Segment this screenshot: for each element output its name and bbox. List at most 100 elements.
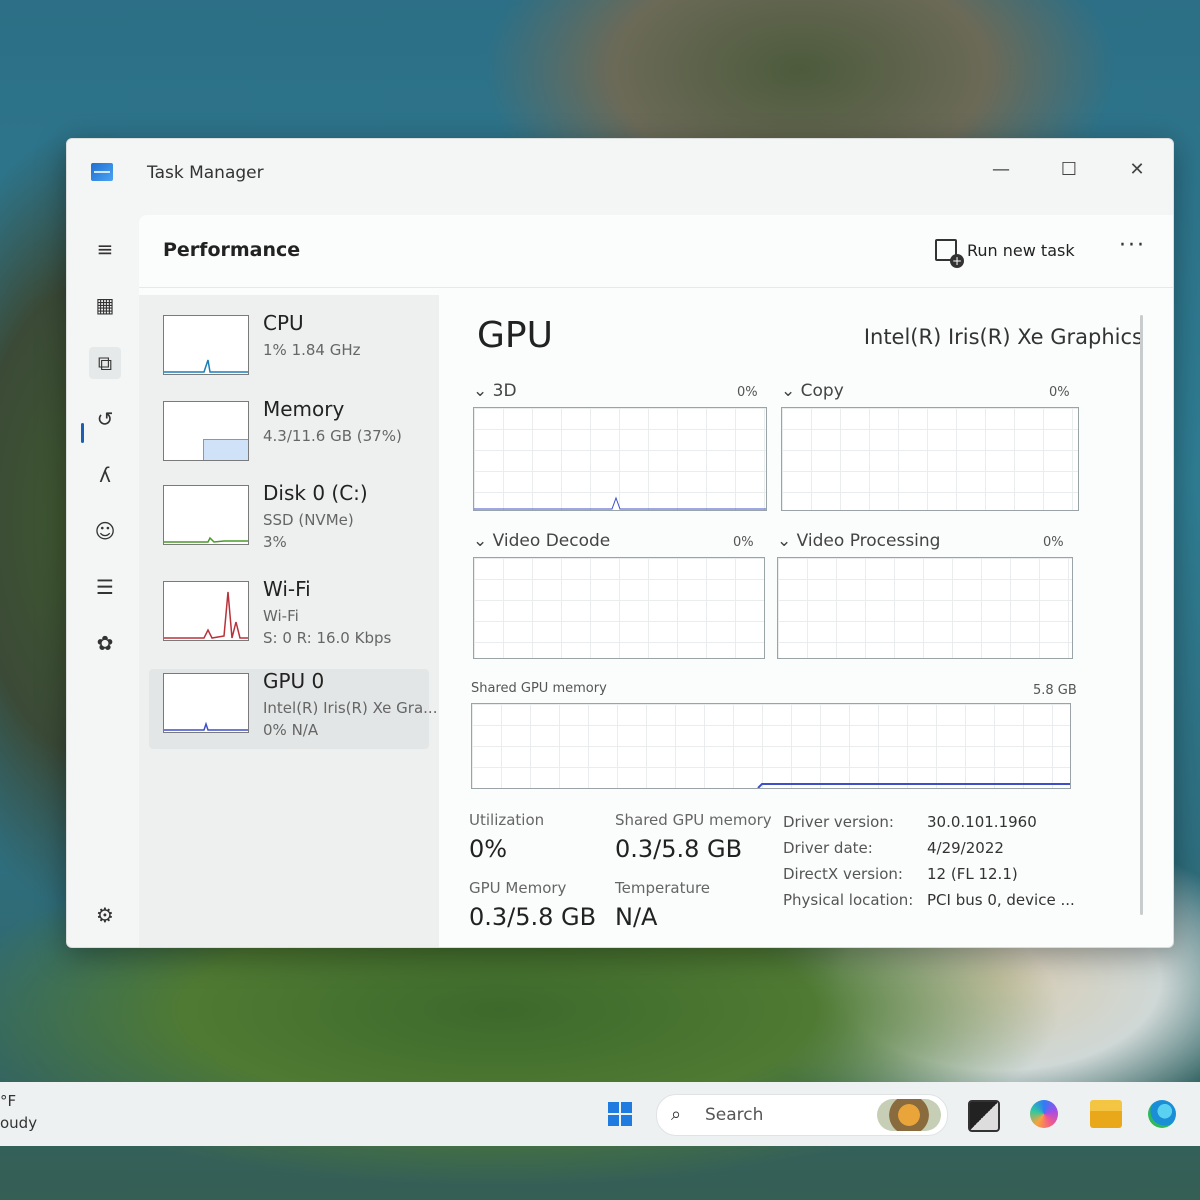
device-name: Wi-Fi (263, 577, 311, 601)
directx-version-value: 12 (FL 12.1) (927, 865, 1018, 883)
shared-gpu-memory-value: 0.3/5.8 GB (615, 835, 743, 863)
close-button[interactable]: ✕ (1117, 149, 1157, 189)
shared-memory-graph-max: 5.8 GB (1033, 683, 1077, 698)
search-placeholder: Search (705, 1105, 764, 1125)
file-explorer-icon[interactable] (1090, 1100, 1122, 1128)
wifi-thumbnail-graph (163, 581, 249, 641)
processes-icon[interactable]: ▦ (89, 289, 121, 321)
memory-thumbnail-graph (163, 401, 249, 461)
disk-thumb-line (164, 536, 248, 543)
weather-temperature: °F (0, 1092, 17, 1110)
engine-video-processing-dropdown[interactable]: ⌄ Video Processing (777, 531, 940, 551)
services-icon[interactable]: ✿ (89, 627, 121, 659)
cpu-thumbnail-graph (163, 315, 249, 375)
more-options-button[interactable]: ··· (1119, 233, 1146, 258)
device-name: GPU 0 (263, 669, 325, 693)
page-header: Performance Run new task ··· (139, 215, 1173, 288)
nav-rail: ≡ ▦ ⧉ ↺ ʎ ☺ ☰ ✿ ⚙ (67, 211, 139, 947)
users-icon[interactable]: ☺ (89, 515, 121, 547)
device-item-disk[interactable]: Disk 0 (C:) SSD (NVMe) 3% (149, 481, 429, 551)
startup-icon[interactable]: ʎ (89, 459, 121, 491)
engine-3d-line (474, 496, 766, 510)
history-icon[interactable]: ↺ (89, 403, 121, 435)
nav-active-indicator (81, 423, 84, 443)
device-name: Disk 0 (C:) (263, 481, 368, 505)
device-detail: Wi-Fi (263, 607, 299, 625)
task-manager-app-icon (91, 163, 113, 181)
scrollbar[interactable] (1140, 315, 1143, 915)
engine-3d-graph (473, 407, 767, 511)
engine-copy-dropdown[interactable]: ⌄ Copy (781, 381, 844, 401)
minimize-button[interactable]: — (981, 149, 1021, 189)
engine-video-decode-dropdown[interactable]: ⌄ Video Decode (473, 531, 610, 551)
driver-date-value: 4/29/2022 (927, 839, 1004, 857)
gpu-memory-label: GPU Memory (469, 879, 567, 897)
device-detail: SSD (NVMe) (263, 511, 354, 529)
performance-icon[interactable]: ⧉ (89, 347, 121, 379)
shared-memory-line (757, 783, 1070, 788)
gpu-memory-value: 0.3/5.8 GB (469, 903, 597, 931)
driver-version-label: Driver version: (783, 813, 894, 831)
device-detail: S: 0 R: 16.0 Kbps (263, 629, 392, 647)
engine-copy-label: Copy (800, 381, 844, 401)
shared-memory-graph-label: Shared GPU memory (471, 681, 607, 696)
engine-video-processing-percent: 0% (1043, 535, 1064, 550)
window-title: Task Manager (147, 163, 264, 183)
disk-thumbnail-graph (163, 485, 249, 545)
device-detail: 3% (263, 533, 287, 551)
engine-3d-percent: 0% (737, 385, 758, 400)
device-detail: 4.3/11.6 GB (37%) (263, 427, 402, 445)
device-list: CPU 1% 1.84 GHz Memory 4.3/11.6 GB (37%)… (139, 295, 439, 947)
utilization-label: Utilization (469, 811, 545, 829)
run-new-task-button[interactable]: Run new task (935, 239, 1075, 268)
gpu-thumbnail-graph (163, 673, 249, 733)
run-task-icon (935, 239, 964, 268)
driver-date-label: Driver date: (783, 839, 873, 857)
task-view-icon[interactable] (968, 1100, 1000, 1132)
main-pane: Performance Run new task ··· CPU 1% 1.84… (139, 215, 1173, 947)
maximize-button[interactable]: ☐ (1049, 149, 1089, 189)
taskbar: °F oudy ⌕ Search (0, 1082, 1200, 1146)
taskbar-search-box[interactable]: ⌕ Search (656, 1094, 948, 1136)
device-name: Memory (263, 397, 345, 421)
physical-location-label: Physical location: (783, 891, 914, 909)
device-detail: Intel(R) Iris(R) Xe Gra... (263, 699, 438, 717)
copilot-icon[interactable] (1030, 1100, 1058, 1128)
gpu-title: GPU (477, 315, 553, 356)
start-icon[interactable] (608, 1102, 632, 1126)
search-icon: ⌕ (671, 1104, 682, 1125)
engine-video-decode-percent: 0% (733, 535, 754, 550)
device-item-wifi[interactable]: Wi-Fi Wi-Fi S: 0 R: 16.0 Kbps (149, 577, 429, 647)
engine-video-processing-label: Video Processing (796, 531, 941, 551)
gpu-thumb-line (164, 721, 248, 731)
page-title: Performance (163, 239, 301, 261)
details-icon[interactable]: ☰ (89, 571, 121, 603)
device-detail: 1% 1.84 GHz (263, 341, 361, 359)
engine-copy-graph (781, 407, 1079, 511)
engine-3d-label: 3D (492, 381, 517, 401)
memory-fill (203, 439, 248, 460)
gpu-detail-panel: GPU Intel(R) Iris(R) Xe Graphics ⌄ 3D 0%… (459, 295, 1153, 947)
device-detail: 0% N/A (263, 721, 319, 739)
device-item-memory[interactable]: Memory 4.3/11.6 GB (37%) (149, 397, 429, 467)
shared-memory-graph (471, 703, 1071, 789)
engine-3d-dropdown[interactable]: ⌄ 3D (473, 381, 517, 401)
shared-gpu-memory-label: Shared GPU memory (615, 811, 772, 829)
settings-icon[interactable]: ⚙ (89, 899, 121, 931)
physical-location-value: PCI bus 0, device ... (927, 891, 1075, 909)
weather-widget[interactable]: °F oudy (0, 1090, 37, 1134)
directx-version-label: DirectX version: (783, 865, 903, 883)
engine-copy-percent: 0% (1049, 385, 1070, 400)
device-item-cpu[interactable]: CPU 1% 1.84 GHz (149, 311, 429, 381)
task-manager-window: Task Manager — ☐ ✕ ≡ ▦ ⧉ ↺ ʎ ☺ ☰ ✿ ⚙ Per… (66, 138, 1174, 948)
engine-video-decode-graph (473, 557, 765, 659)
device-item-gpu[interactable]: GPU 0 Intel(R) Iris(R) Xe Gra... 0% N/A (149, 669, 437, 749)
edge-icon[interactable] (1148, 1100, 1176, 1128)
temperature-label: Temperature (615, 879, 711, 897)
hamburger-icon[interactable]: ≡ (89, 233, 121, 265)
cpu-thumb-line (164, 359, 248, 373)
title-bar[interactable]: Task Manager — ☐ ✕ (67, 139, 1173, 211)
search-highlight-icon (877, 1099, 941, 1131)
engine-video-processing-graph (777, 557, 1073, 659)
run-new-task-label: Run new task (967, 240, 1075, 260)
